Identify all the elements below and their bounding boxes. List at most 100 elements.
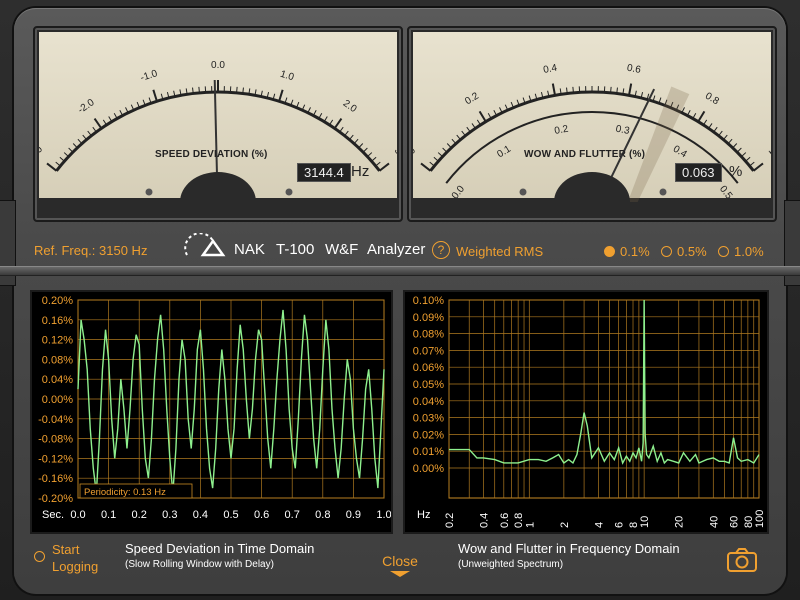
- meter-tick: [442, 147, 448, 153]
- y-tick-label: -0.20%: [38, 493, 73, 505]
- meter-tick: [478, 110, 487, 123]
- meter-tick: [610, 86, 612, 93]
- x-tick-label: 0.0: [70, 509, 85, 521]
- meter-tick: [152, 89, 158, 102]
- y-tick-label: 0.07%: [413, 345, 444, 357]
- y-tick-label: 0.12%: [42, 335, 73, 347]
- y-tick-label: 0.02%: [413, 429, 444, 441]
- frequency-domain-panel: 0.10% 0.09% 0.08% 0.07% 0.06% 0.05% 0.04% 0.03%…: [403, 290, 769, 534]
- meter-tick: [451, 138, 457, 145]
- meter-tick-label: 1.0: [766, 146, 771, 164]
- meter-tick: [749, 161, 755, 167]
- meter-tick: [437, 152, 443, 158]
- meter-tick: [741, 152, 747, 158]
- x-tick-label: 0.6: [499, 513, 511, 528]
- meter-tick: [732, 143, 738, 149]
- meter-tick-label: 0.8: [703, 91, 721, 108]
- meter-tick: [708, 123, 713, 129]
- meter-tick: [718, 130, 723, 137]
- needle-pivot: [180, 172, 256, 202]
- radio-unselected[interactable]: [718, 246, 729, 257]
- radio-selected[interactable]: [604, 246, 615, 257]
- ref-frequency-label: Ref. Freq.: 3150 Hz: [34, 243, 148, 258]
- meter-tick-label: 0.0: [211, 60, 225, 71]
- camera-icon[interactable]: [726, 547, 758, 578]
- close-button[interactable]: Close: [380, 553, 420, 577]
- x-tick-label: 40: [708, 516, 720, 528]
- y-tick-label: 0.00%: [413, 463, 444, 475]
- frequency-readout: 3144.4: [297, 163, 351, 182]
- meter-inner-tick-label: 0.2: [554, 124, 570, 137]
- scale-option-label: 1.0%: [734, 244, 764, 259]
- meter-tick: [344, 130, 349, 137]
- model-name: T-100: [276, 241, 315, 258]
- meter-tick: [198, 86, 200, 93]
- meter-tick: [456, 134, 461, 140]
- meter-tick-label: 0.2: [463, 90, 481, 107]
- meter-tick: [471, 123, 476, 129]
- meter-tick: [358, 143, 364, 149]
- meter-screw: [659, 188, 667, 196]
- x-tick-label: 0.1: [101, 509, 116, 521]
- needle-pivot: [554, 172, 630, 202]
- y-tick-label: 0.08%: [413, 329, 444, 341]
- meter-tick: [429, 161, 435, 167]
- x-tick-label: 0.2: [132, 509, 147, 521]
- y-tick-label: 0.04%: [42, 374, 73, 386]
- meter-tick: [362, 147, 368, 153]
- meter-tick: [723, 134, 728, 140]
- meter-tick-label: 0.0: [413, 145, 418, 163]
- meter-inner-tick-label: 0.1: [495, 143, 513, 160]
- y-tick-label: 0.03%: [413, 413, 444, 425]
- meter-tick-label: 0.6: [626, 63, 642, 76]
- x-tick-label: 0.4: [193, 509, 208, 521]
- weighting-label[interactable]: Weighted RMS: [456, 244, 543, 259]
- left-chart-subtitle: (Slow Rolling Window with Delay): [125, 559, 274, 570]
- meter-tick: [420, 162, 432, 172]
- x-tick-label: 0.3: [162, 509, 177, 521]
- scale-option-label: 0.1%: [620, 244, 650, 259]
- radio-unselected[interactable]: [661, 246, 672, 257]
- x-axis-label: Sec.: [42, 509, 64, 521]
- meter-tick: [93, 117, 103, 129]
- meter-tick-label: 1.0: [279, 69, 296, 84]
- x-tick-label: 100: [754, 510, 766, 528]
- meter-tick: [461, 130, 466, 137]
- tape-reel-logo-icon: [183, 232, 227, 262]
- y-tick-label: -0.12%: [38, 453, 73, 465]
- x-tick-label: 0.4: [479, 513, 491, 528]
- y-tick-label: 0.10%: [413, 295, 444, 307]
- y-tick-label: 0.00%: [42, 394, 73, 406]
- x-tick-label: 0.8: [315, 509, 330, 521]
- speed-meter-title: SPEED DEVIATION (%): [155, 149, 268, 160]
- meter-inner-tick-label: 0.0: [450, 183, 467, 201]
- section-divider: [0, 266, 800, 276]
- start-logging-label-2: Logging: [52, 559, 99, 574]
- wow-meter-title: WOW AND FLUTTER (%): [524, 149, 646, 160]
- speed-deviation-meter: -3.0 -2.0 -1.0 0.0 1.0 2.0 3.0 SPEED DEVIATION…: [33, 26, 403, 222]
- logging-radio[interactable]: [34, 551, 45, 562]
- time-domain-panel: 0.20% 0.16% 0.12% 0.08% 0.04% 0.00% -0.04% -0.0…: [30, 290, 393, 534]
- x-tick-label: 0.7: [285, 509, 300, 521]
- meter-tick: [59, 156, 65, 162]
- meter-tick: [46, 162, 58, 172]
- meter-tick-label: -3.0: [39, 144, 45, 165]
- x-tick-label: 60: [729, 516, 741, 528]
- meter-inner-tick-label: 0.3: [615, 124, 631, 137]
- meter-inner-tick-label: 0.5: [717, 184, 734, 202]
- help-icon[interactable]: ?: [432, 241, 450, 259]
- meter-tick: [752, 162, 764, 172]
- meter-tick-label: 2.0: [341, 98, 359, 115]
- meter-inner-tick-label: 0.4: [671, 144, 689, 161]
- meter-tick: [87, 130, 92, 137]
- close-label: Close: [382, 553, 418, 569]
- meter-tick: [353, 138, 359, 145]
- meter-tick: [72, 143, 78, 149]
- app-name: W&F: [325, 241, 359, 258]
- x-tick-label: 0.9: [346, 509, 361, 521]
- meter-tick: [278, 89, 284, 102]
- meter-tick: [349, 134, 354, 140]
- chevron-down-icon: [390, 571, 410, 577]
- meter-tick: [68, 147, 74, 153]
- left-chart-title: Speed Deviation in Time Domain: [125, 541, 315, 556]
